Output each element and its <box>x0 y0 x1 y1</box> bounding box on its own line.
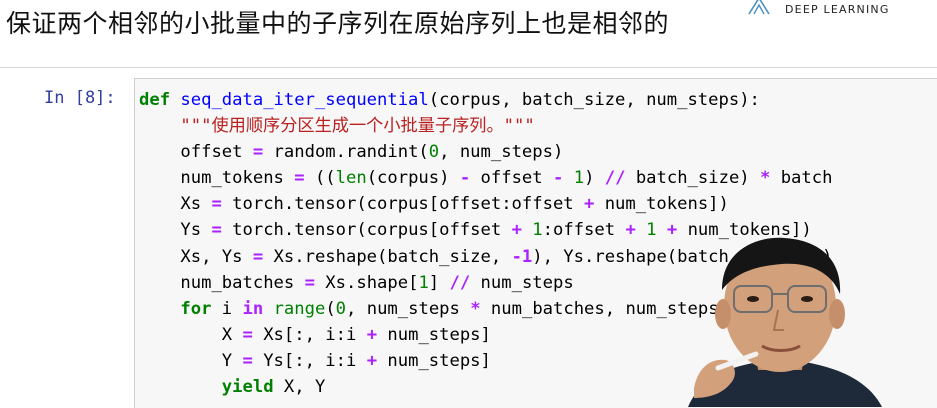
slide-title: 保证两个相邻的小批量中的子序列在原始序列上也是相邻的 <box>6 9 670 38</box>
code-line-3: offset = random.randint(0, num_steps) <box>180 142 564 163</box>
code-line-1: def seq_data_iter_sequential(corpus, bat… <box>139 90 760 110</box>
code-line-9: for i in range(0, num_steps * num_batche… <box>180 298 740 319</box>
presenter-video-overlay-icon <box>688 237 882 407</box>
logo: DEEP LEARNING <box>747 0 937 20</box>
code-line-10: X = Xs[:, i:i + num_steps] <box>221 324 491 345</box>
code-line-8: num_batches = Xs.shape[1] // num_steps <box>180 272 574 293</box>
dive-into-deep-learning-logo-icon <box>748 0 770 15</box>
code-line-5: Xs = torch.tensor(corpus[offset:offset +… <box>180 194 729 215</box>
code-line-12: yield X, Y <box>221 377 326 398</box>
code-line-2: """使用顺序分区生成一个小批量子序列。""" <box>180 116 535 137</box>
code-line-4: num_tokens = ((len(corpus) - offset - 1)… <box>180 168 833 189</box>
code-line-11: Y = Ys[:, i:i + num_steps] <box>221 350 491 371</box>
cell-prompt: In [8]: <box>44 88 116 108</box>
logo-text: DEEP LEARNING <box>785 3 890 16</box>
